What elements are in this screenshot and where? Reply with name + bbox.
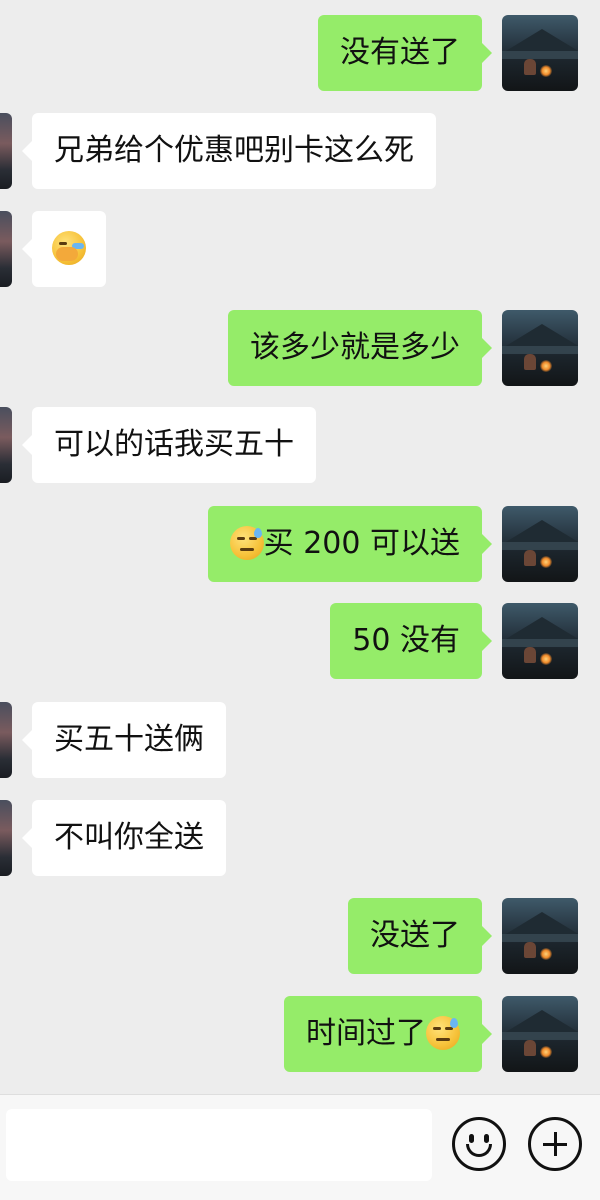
message-bubble-outgoing[interactable]: 没送了	[348, 898, 492, 974]
my-avatar[interactable]	[502, 310, 578, 386]
contact-avatar[interactable]	[0, 800, 12, 876]
sweat-smile-emoji-icon	[229, 525, 264, 560]
message-row: 50 没有	[0, 603, 600, 679]
chat-input-bar	[0, 1094, 600, 1200]
message-text: 没送了	[370, 918, 460, 953]
contact-avatar[interactable]	[0, 113, 12, 189]
message-text: 买 200 可以送	[263, 526, 460, 561]
message-text: 50 没有	[352, 623, 460, 658]
contact-avatar[interactable]	[0, 211, 12, 287]
contact-avatar[interactable]	[0, 407, 12, 483]
message-row: 可以的话我买五十	[0, 407, 600, 483]
message-row: 不叫你全送	[0, 800, 600, 876]
message-row: 兄弟给个优惠吧别卡这么死	[0, 113, 600, 189]
my-avatar[interactable]	[502, 898, 578, 974]
message-bubble-incoming[interactable]: 不叫你全送	[22, 800, 226, 876]
message-bubble-incoming[interactable]: 买五十送俩	[22, 702, 226, 778]
smiley-icon	[469, 1134, 474, 1143]
message-bubble-outgoing[interactable]: 50 没有	[330, 603, 492, 679]
message-bubble-incoming[interactable]	[22, 211, 106, 287]
message-bubble-outgoing[interactable]: 买 200 可以送	[207, 506, 493, 582]
message-bubble-outgoing[interactable]: 没有送了	[318, 15, 492, 91]
message-row: 该多少就是多少	[0, 310, 600, 386]
message-row: 没有送了	[0, 15, 600, 91]
message-row: 买 200 可以送	[0, 506, 600, 582]
message-bubble-outgoing[interactable]: 该多少就是多少	[228, 310, 492, 386]
message-row: 时间过了	[0, 996, 600, 1072]
message-row: 买五十送俩	[0, 702, 600, 778]
message-row	[0, 211, 600, 287]
emoji-button[interactable]	[452, 1117, 506, 1171]
my-avatar[interactable]	[502, 15, 578, 91]
message-row: 没送了	[0, 898, 600, 974]
message-text: 没有送了	[340, 35, 460, 70]
message-bubble-incoming[interactable]: 可以的话我买五十	[22, 407, 316, 483]
message-text: 可以的话我买五十	[54, 427, 294, 462]
more-options-button[interactable]	[528, 1117, 582, 1171]
message-text: 不叫你全送	[54, 820, 204, 855]
message-text: 时间过了	[306, 1016, 426, 1051]
message-text: 兄弟给个优惠吧别卡这么死	[54, 133, 414, 168]
chat-message-list[interactable]: 没有送了 兄弟给个优惠吧别卡这么死 该多少就是多少 可以的话我买五十 买 200…	[0, 0, 600, 1094]
facepalm-laughing-emoji-icon	[52, 230, 86, 265]
my-avatar[interactable]	[502, 996, 578, 1072]
sweat-smile-emoji-icon	[426, 1015, 460, 1050]
contact-avatar[interactable]	[0, 702, 12, 778]
my-avatar[interactable]	[502, 506, 578, 582]
my-avatar[interactable]	[502, 603, 578, 679]
message-text: 买五十送俩	[54, 722, 204, 757]
message-text: 该多少就是多少	[250, 330, 460, 365]
message-bubble-outgoing[interactable]: 时间过了	[284, 996, 492, 1072]
message-bubble-incoming[interactable]: 兄弟给个优惠吧别卡这么死	[22, 113, 436, 189]
message-input[interactable]	[6, 1109, 432, 1181]
